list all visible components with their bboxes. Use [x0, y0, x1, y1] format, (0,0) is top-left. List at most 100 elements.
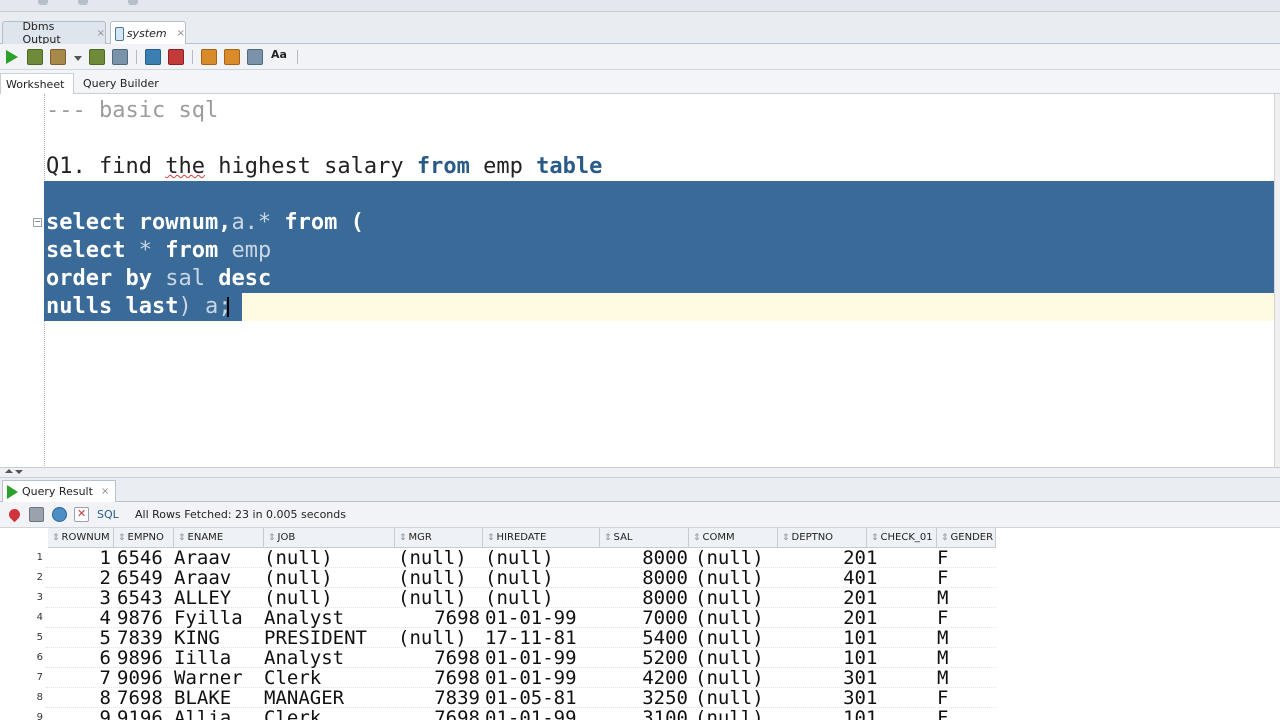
table-cell-rownum[interactable]: 2: [48, 568, 111, 588]
table-cell-rownum[interactable]: 3: [48, 588, 111, 608]
table-cell-mgr[interactable]: (null): [398, 548, 480, 568]
sql-link[interactable]: SQL: [97, 508, 119, 523]
table-cell-hiredate[interactable]: (null): [485, 548, 600, 568]
table-cell-sal[interactable]: 4200: [600, 668, 688, 688]
row-number[interactable]: 8: [0, 688, 46, 708]
table-cell-gender[interactable]: F: [937, 688, 995, 708]
table-cell-deptno[interactable]: 20: [778, 608, 866, 628]
table-cell-ename[interactable]: Allia: [174, 708, 264, 720]
table-cell-deptno[interactable]: 10: [778, 708, 866, 720]
table-cell-deptno[interactable]: 20: [778, 588, 866, 608]
table-cell-empno[interactable]: 7698: [117, 688, 174, 708]
table-cell-comm[interactable]: (null): [695, 588, 778, 608]
column-header-empno[interactable]: ⇕ EMPNO: [114, 528, 174, 548]
table-cell-sal[interactable]: 8000: [600, 548, 688, 568]
table-cell-mgr[interactable]: 7698: [398, 608, 480, 628]
table-cell-empno[interactable]: 6546: [117, 548, 174, 568]
table-cell-empno[interactable]: 9196: [117, 708, 174, 720]
table-cell-comm[interactable]: (null): [695, 668, 778, 688]
table-cell-comm[interactable]: (null): [695, 708, 778, 720]
table-cell-sal[interactable]: 5400: [600, 628, 688, 648]
run-statement-icon[interactable]: [6, 50, 18, 64]
table-cell-empno[interactable]: 9896: [117, 648, 174, 668]
column-header-deptno[interactable]: ⇕ DEPTNO: [778, 528, 867, 548]
column-header-ename[interactable]: ⇕ ENAME: [174, 528, 264, 548]
table-cell-check[interactable]: 1: [866, 648, 896, 668]
table-cell-empno[interactable]: 7839: [117, 628, 174, 648]
print-icon[interactable]: [29, 507, 44, 522]
format-case-icon[interactable]: Aa: [271, 48, 287, 64]
table-cell-deptno[interactable]: 10: [778, 648, 866, 668]
close-icon[interactable]: ×: [101, 486, 109, 497]
table-cell-job[interactable]: (null): [264, 568, 395, 588]
table-cell-ename[interactable]: Iilla: [174, 648, 264, 668]
tab-worksheet[interactable]: Worksheet: [0, 73, 74, 94]
table-cell-rownum[interactable]: 6: [48, 648, 111, 668]
table-cell-check[interactable]: 1: [866, 668, 896, 688]
table-cell-rownum[interactable]: 1: [48, 548, 111, 568]
table-cell-hiredate[interactable]: 01-01-99: [485, 668, 600, 688]
table-cell-job[interactable]: MANAGER: [264, 688, 395, 708]
row-number[interactable]: 5: [0, 628, 46, 648]
results-grid[interactable]: ⇕ ROWNUM ⇕ EMPNO ⇕ ENAME ⇕ JOB ⇕ MGR ⇕ HIREDAT…: [0, 528, 1280, 720]
table-cell-check[interactable]: 1: [866, 628, 896, 648]
table-cell-mgr[interactable]: (null): [398, 588, 480, 608]
table-cell-hiredate[interactable]: 17-11-81: [485, 628, 600, 648]
column-header-mgr[interactable]: ⇕ MGR: [395, 528, 483, 548]
table-cell-check[interactable]: 1: [866, 588, 896, 608]
table-cell-empno[interactable]: 9096: [117, 668, 174, 688]
table-cell-deptno[interactable]: 30: [778, 668, 866, 688]
table-cell-comm[interactable]: (null): [695, 568, 778, 588]
tab-query-builder[interactable]: Query Builder: [78, 73, 164, 94]
table-cell-comm[interactable]: (null): [695, 548, 778, 568]
table-cell-deptno[interactable]: 30: [778, 688, 866, 708]
table-cell-sal[interactable]: 8000: [600, 588, 688, 608]
column-header-job[interactable]: ⇕ JOB: [264, 528, 395, 548]
table-cell-gender[interactable]: F: [937, 548, 995, 568]
table-cell-check[interactable]: 1: [866, 548, 896, 568]
row-number[interactable]: 9: [0, 708, 46, 720]
table-cell-ename[interactable]: Fyilla: [174, 608, 264, 628]
table-cell-hiredate[interactable]: 01-01-99: [485, 608, 600, 628]
sql-editor[interactable]: − --- basic sql Q1. find the highest sal…: [0, 94, 1280, 468]
column-header-rownum[interactable]: ⇕ ROWNUM: [48, 528, 114, 548]
rollback-icon[interactable]: [112, 49, 128, 65]
table-cell-mgr[interactable]: (null): [398, 568, 480, 588]
chevron-down-icon[interactable]: [15, 470, 23, 474]
table-cell-job[interactable]: Clerk: [264, 668, 395, 688]
fold-toggle-icon[interactable]: −: [33, 218, 42, 227]
tab-dbms-output[interactable]: Dbms Output ×: [2, 20, 106, 568]
table-cell-check[interactable]: 1: [866, 608, 896, 628]
row-number[interactable]: 2: [0, 568, 46, 588]
table-cell-deptno[interactable]: 20: [778, 548, 866, 568]
table-cell-rownum[interactable]: 9: [48, 708, 111, 720]
table-cell-comm[interactable]: (null): [695, 628, 778, 648]
table-cell-sal[interactable]: 3250: [600, 688, 688, 708]
table-cell-check[interactable]: 1: [866, 568, 896, 588]
table-cell-mgr[interactable]: 7698: [398, 708, 480, 720]
table-cell-job[interactable]: Analyst: [264, 608, 395, 628]
tab-query-result[interactable]: Query Result ×: [2, 480, 117, 502]
table-cell-deptno[interactable]: 40: [778, 568, 866, 588]
explain-plan-icon[interactable]: [145, 49, 161, 65]
table-cell-gender[interactable]: M: [937, 628, 995, 648]
column-header-gender[interactable]: ⇕ GENDER: [937, 528, 996, 548]
chevron-down-icon[interactable]: [74, 56, 82, 61]
table-cell-comm[interactable]: (null): [695, 648, 778, 668]
table-cell-job[interactable]: (null): [264, 588, 395, 608]
clear-icon[interactable]: [74, 507, 89, 522]
table-cell-sal[interactable]: 7000: [600, 608, 688, 628]
table-cell-job[interactable]: Analyst: [264, 648, 395, 668]
run-script-icon[interactable]: [27, 49, 43, 65]
table-cell-sal[interactable]: 5200: [600, 648, 688, 668]
table-cell-deptno[interactable]: 10: [778, 628, 866, 648]
column-header-sal[interactable]: ⇕ SAL: [600, 528, 689, 548]
table-cell-ename[interactable]: Araav: [174, 568, 264, 588]
close-icon[interactable]: ×: [97, 28, 105, 39]
table-cell-gender[interactable]: M: [937, 648, 995, 668]
table-cell-comm[interactable]: (null): [695, 688, 778, 708]
row-number[interactable]: 1: [0, 548, 46, 568]
row-number[interactable]: 3: [0, 588, 46, 608]
table-cell-rownum[interactable]: 4: [48, 608, 111, 628]
column-header-hiredate[interactable]: ⇕ HIREDATE: [483, 528, 600, 548]
